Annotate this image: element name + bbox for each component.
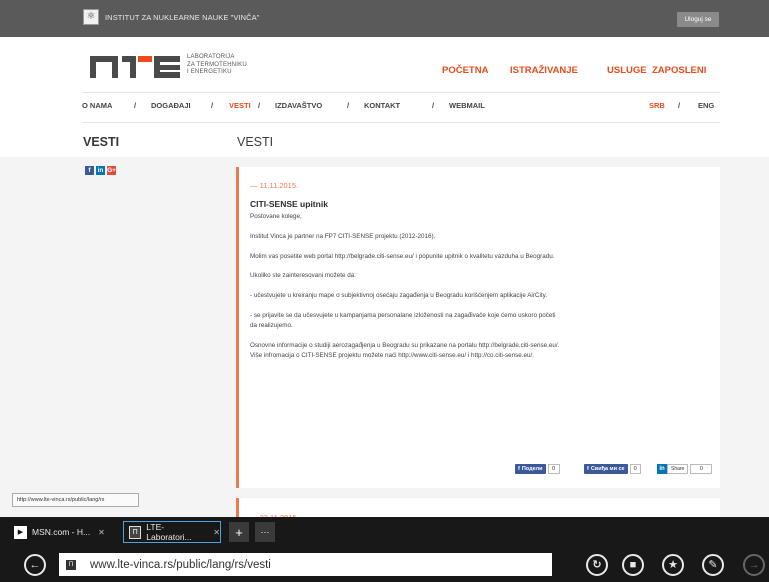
facebook-like-widget: f Свиђа ми се 0 — [584, 464, 641, 474]
facebook-like-label: Свиђа ми се — [590, 466, 625, 472]
close-icon[interactable]: ✕ — [213, 528, 220, 537]
login-button[interactable]: Uloguj se — [677, 12, 719, 27]
tab-label: LTE-Laboratori... — [146, 522, 192, 542]
nav-istrazivanje[interactable]: ISTRAŽIVANJE — [510, 65, 578, 76]
more-tabs-button[interactable]: ··· — [255, 522, 275, 542]
institute-bar: ⚛ INSTITUT ZA NUKLEARNE NAUKE "VINČA" Ul… — [0, 0, 769, 37]
facebook-icon[interactable]: f — [85, 166, 94, 175]
article-paragraph: Postovane kolege, — [250, 213, 302, 220]
nav-zaposleni[interactable]: ZAPOSLENI — [652, 65, 706, 76]
lang-separator: / — [678, 101, 681, 110]
favorites-star-icon[interactable]: ★ — [662, 554, 684, 576]
tools-wrench-icon[interactable]: ✎ — [702, 554, 724, 576]
header-divider — [82, 92, 720, 93]
article-body: Postovane kolege, Institut Vinca je part… — [250, 212, 560, 370]
facebook-like-count: 0 — [629, 464, 641, 474]
sidebar-title: VESTI — [83, 135, 120, 149]
linkedin-icon[interactable]: in — [657, 464, 667, 474]
address-field[interactable]: Π www.lte-vinca.rs/public/lang/rs/vesti — [59, 553, 552, 576]
subnav-o-nama[interactable]: O NAMA — [82, 101, 112, 110]
browser-address-bar: ← Π www.lte-vinca.rs/public/lang/rs/vest… — [0, 548, 769, 582]
article-paragraph: Osnovne informacije o studiji aerozagađj… — [250, 341, 560, 359]
subnav-separator: / — [347, 101, 350, 110]
facebook-share-widget: f Подели 0 — [515, 464, 560, 474]
linkedin-share-widget: in Share 0 — [657, 464, 713, 474]
status-tooltip: http://www.lte-vinca.rs/public/lang/rs — [12, 493, 139, 507]
tabs-icon[interactable]: ■ — [622, 554, 644, 576]
subnav-separator: / — [134, 101, 137, 110]
article-date: — 11.11.2015. — [250, 181, 299, 190]
article-paragraph: - učestvujete u kreiranju mape o subjekt… — [250, 292, 548, 300]
linkedin-icon[interactable]: in — [96, 166, 105, 175]
msn-icon: ▶ — [14, 525, 27, 539]
browser-tab-active[interactable]: Π LTE-Laboratori... ✕ — [123, 521, 221, 543]
institute-logo[interactable]: ⚛ — [83, 9, 99, 25]
news-article: — 11.11.2015. CITI-SENSE upitnik Postova… — [236, 167, 720, 488]
browser-tab-bar: ▶ MSN.com - H... ✕ Π LTE-Laboratori... ✕… — [0, 517, 769, 548]
facebook-icon: f — [587, 466, 589, 472]
social-links: f in G+ — [85, 166, 116, 175]
subnav-separator: / — [258, 101, 261, 110]
linkedin-share-button[interactable]: Share — [667, 464, 689, 474]
institute-name[interactable]: INSTITUT ZA NUKLEARNE NAUKE "VINČA" — [105, 13, 260, 22]
subnav-separator: / — [432, 101, 435, 110]
lte-favicon-icon: Π — [66, 559, 76, 570]
lab-name-line: ZA TERMOTEHNIKU — [187, 61, 247, 68]
lte-logo-mark-icon — [90, 56, 180, 78]
subnav-divider — [82, 122, 720, 123]
facebook-icon: f — [518, 466, 520, 472]
subnav-separator: / — [211, 101, 214, 110]
lab-name-line: LABORATORIJA — [187, 54, 235, 60]
subnav-webmail[interactable]: WEBMAIL — [449, 101, 485, 110]
lang-eng[interactable]: ENG — [698, 101, 714, 110]
facebook-share-count: 0 — [547, 464, 560, 474]
linkedin-share-count: 0 — [690, 464, 713, 474]
subnav-vesti[interactable]: VESTI — [229, 101, 251, 110]
nav-usluge[interactable]: USLUGE — [607, 65, 647, 76]
browser-tab[interactable]: ▶ MSN.com - H... ✕ — [9, 521, 118, 543]
forward-arrow-icon[interactable]: → — [743, 554, 765, 576]
new-tab-button[interactable]: + — [229, 522, 249, 542]
page-title: VESTI — [237, 135, 274, 149]
tab-label: MSN.com - H... — [32, 527, 91, 537]
article-title[interactable]: CITI-SENSE upitnik — [250, 199, 328, 209]
article-paragraph: Molim vas posetite web portal http://bel… — [250, 252, 555, 260]
article-paragraph: - se prijavite se da učesvujete u kampan… — [250, 311, 556, 329]
address-url[interactable]: www.lte-vinca.rs/public/lang/rs/vesti — [90, 559, 271, 571]
facebook-share-button[interactable]: f Подели — [515, 464, 546, 474]
subnav-kontakt[interactable]: KONTAKT — [364, 101, 400, 110]
facebook-share-label: Подели — [521, 466, 543, 472]
back-arrow-icon[interactable]: ← — [24, 554, 46, 576]
lte-favicon-icon: Π — [129, 525, 142, 539]
lab-name-line: I ENERGETIKU — [187, 69, 232, 75]
atom-icon: ⚛ — [86, 11, 96, 22]
lang-srb[interactable]: SRB — [649, 101, 665, 110]
facebook-like-button[interactable]: f Свиђа ми се — [584, 464, 628, 474]
nav-pocetna[interactable]: POČETNA — [442, 65, 488, 76]
lte-logo[interactable] — [90, 52, 180, 78]
refresh-icon[interactable]: ↻ — [586, 554, 608, 576]
article-paragraph: Ukoliko ste zainteresovani možete da: — [250, 272, 357, 280]
subnav-dogadjaji[interactable]: DOGAĐAJI — [151, 101, 191, 110]
google-plus-icon[interactable]: G+ — [107, 166, 116, 175]
close-icon[interactable]: ✕ — [98, 528, 105, 537]
subnav-izdavastvo[interactable]: IZDAVAŠTVO — [275, 101, 322, 110]
lab-name: LABORATORIJA ZA TERMOTEHNIKU I ENERGETIK… — [187, 54, 247, 77]
article-paragraph: Institut Vinca je partner na FP7 CITI-SE… — [250, 232, 436, 240]
